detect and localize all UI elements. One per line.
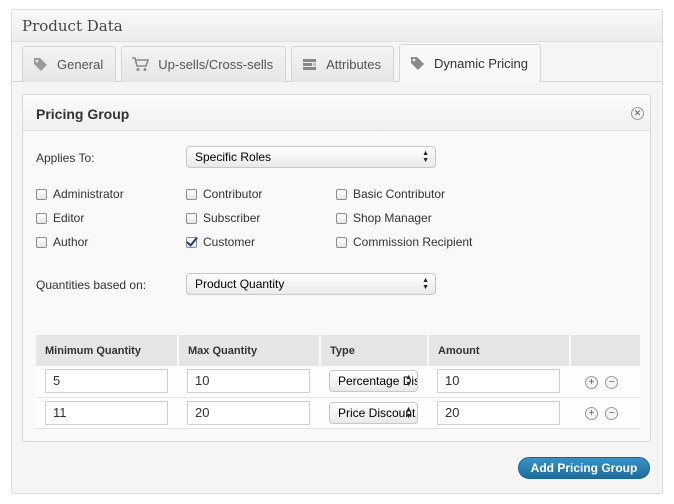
role-checkbox-subscriber[interactable]: Subscriber — [186, 211, 260, 225]
select-arrows-icon: ▲ ▼ — [422, 277, 429, 291]
cell-amount: 20 — [428, 397, 570, 429]
role-checkbox-basic-contributor[interactable]: Basic Contributor — [336, 187, 445, 201]
remove-row-icon[interactable]: − — [605, 375, 619, 389]
role-checkbox-shop-manager[interactable]: Shop Manager — [336, 211, 432, 225]
amount-input[interactable]: 10 — [437, 369, 560, 394]
checkbox[interactable] — [336, 236, 347, 248]
applies-to-value: Specific Roles — [195, 150, 272, 164]
checkbox-checked[interactable] — [186, 236, 197, 248]
tab-label: Attributes — [326, 57, 382, 72]
pricing-group: Pricing Group ✕ Applies To: Specific Rol… — [22, 94, 651, 442]
add-pricing-group-button[interactable]: Add Pricing Group — [518, 457, 650, 479]
column-header-type: Type — [320, 335, 429, 366]
table-header-row: Minimum Quantity Max Quantity Type Amoun… — [36, 335, 640, 366]
column-header-max-quantity: Max Quantity — [178, 335, 321, 366]
add-row-icon[interactable]: + — [585, 375, 598, 389]
cart-icon — [132, 57, 150, 72]
cell-max: 10 — [178, 366, 320, 398]
role-label: Administrator — [53, 187, 124, 201]
role-checkbox-contributor[interactable]: Contributor — [186, 187, 262, 201]
max-quantity-input[interactable]: 20 — [187, 400, 310, 425]
attributes-icon — [302, 57, 317, 72]
checkbox[interactable] — [186, 188, 197, 200]
role-label: Author — [53, 235, 89, 249]
cell-min: 5 — [36, 366, 178, 398]
tab-general[interactable]: General — [22, 46, 117, 82]
table-row: 11 20 Price Discount ▲ ▼ 20 + − — [36, 397, 640, 429]
column-header-actions — [570, 335, 640, 366]
remove-row-icon[interactable]: − — [605, 407, 619, 420]
tab-attributes[interactable]: Attributes — [291, 46, 395, 82]
cell-min: 11 — [36, 397, 178, 429]
role-checkbox-customer[interactable]: Customer — [186, 235, 255, 249]
amount-input[interactable]: 20 — [437, 400, 560, 425]
role-label: Subscriber — [203, 211, 261, 225]
cell-type: Price Discount ▲ ▼ — [320, 397, 428, 429]
role-label: Basic Contributor — [353, 187, 446, 201]
checkbox[interactable] — [36, 212, 47, 224]
close-icon[interactable]: ✕ — [631, 107, 644, 120]
quantities-based-on-select[interactable]: Product Quantity ▲ ▼ — [186, 273, 436, 295]
type-select[interactable]: Percentage Discount ▲▼ — [329, 370, 418, 393]
role-label: Customer — [203, 235, 256, 249]
min-quantity-input[interactable]: 5 — [45, 369, 168, 394]
min-quantity-input[interactable]: 11 — [45, 400, 168, 425]
role-checkbox-editor[interactable]: Editor — [36, 211, 84, 225]
role-checkbox-administrator[interactable]: Administrator — [36, 187, 124, 201]
tab-label: General — [57, 57, 104, 72]
table-row: 5 10 Percentage Discount ▲▼ 10 + − — [36, 366, 640, 398]
type-select[interactable]: Price Discount ▲ ▼ — [329, 401, 418, 424]
applies-to-select[interactable]: Specific Roles ▲ ▼ — [186, 146, 436, 168]
panel-header: Product Data — [12, 10, 662, 42]
tag-icon — [410, 56, 425, 71]
role-label: Editor — [53, 211, 85, 225]
select-arrows-icon: ▲ ▼ — [405, 405, 412, 420]
checkbox[interactable] — [36, 236, 47, 248]
checkbox[interactable] — [186, 212, 197, 224]
panel-title: Product Data — [22, 17, 123, 35]
cell-amount: 10 — [428, 366, 570, 398]
pricing-group-header: Pricing Group ✕ — [23, 95, 650, 131]
role-checkbox-commission-recipient[interactable]: Commission Recipient — [336, 235, 472, 249]
column-header-amount: Amount — [428, 335, 571, 366]
pricing-group-title: Pricing Group — [36, 106, 130, 122]
select-arrows-icon: ▲ ▼ — [422, 150, 429, 164]
product-data-panel: Product Data General Up-sells/Cross-sell… — [11, 9, 663, 494]
select-arrows-icon: ▲ ▼ — [405, 374, 412, 389]
checkbox[interactable] — [336, 212, 347, 224]
role-label: Contributor — [203, 187, 263, 201]
tab-bar: General Up-sells/Cross-sells Attributes … — [22, 44, 541, 82]
max-quantity-input[interactable]: 10 — [187, 369, 310, 394]
tab-label: Up-sells/Cross-sells — [158, 57, 274, 72]
role-checkbox-author[interactable]: Author — [36, 235, 88, 249]
role-label: Shop Manager — [353, 211, 432, 225]
cell-actions: + − — [570, 397, 640, 429]
tab-upsells[interactable]: Up-sells/Cross-sells — [121, 46, 287, 82]
checkbox[interactable] — [336, 188, 347, 200]
applies-to-label: Applies To: — [36, 151, 95, 165]
tab-label: Dynamic Pricing — [434, 56, 528, 71]
cell-type: Percentage Discount ▲▼ — [320, 366, 428, 398]
tab-dynamic-pricing[interactable]: Dynamic Pricing — [399, 44, 541, 82]
cell-actions: + − — [570, 366, 640, 398]
cell-max: 20 — [178, 397, 320, 429]
pricing-rules-table: Minimum Quantity Max Quantity Type Amoun… — [36, 335, 640, 429]
quantities-based-on-value: Product Quantity — [195, 277, 285, 291]
checkbox[interactable] — [36, 188, 47, 200]
type-value: Price Discount — [338, 405, 416, 420]
tag-icon — [33, 57, 48, 72]
column-header-min-quantity: Minimum Quantity — [36, 335, 179, 366]
add-row-icon[interactable]: + — [585, 407, 598, 420]
role-label: Commission Recipient — [353, 235, 473, 249]
quantities-based-on-label: Quantities based on: — [36, 278, 147, 292]
